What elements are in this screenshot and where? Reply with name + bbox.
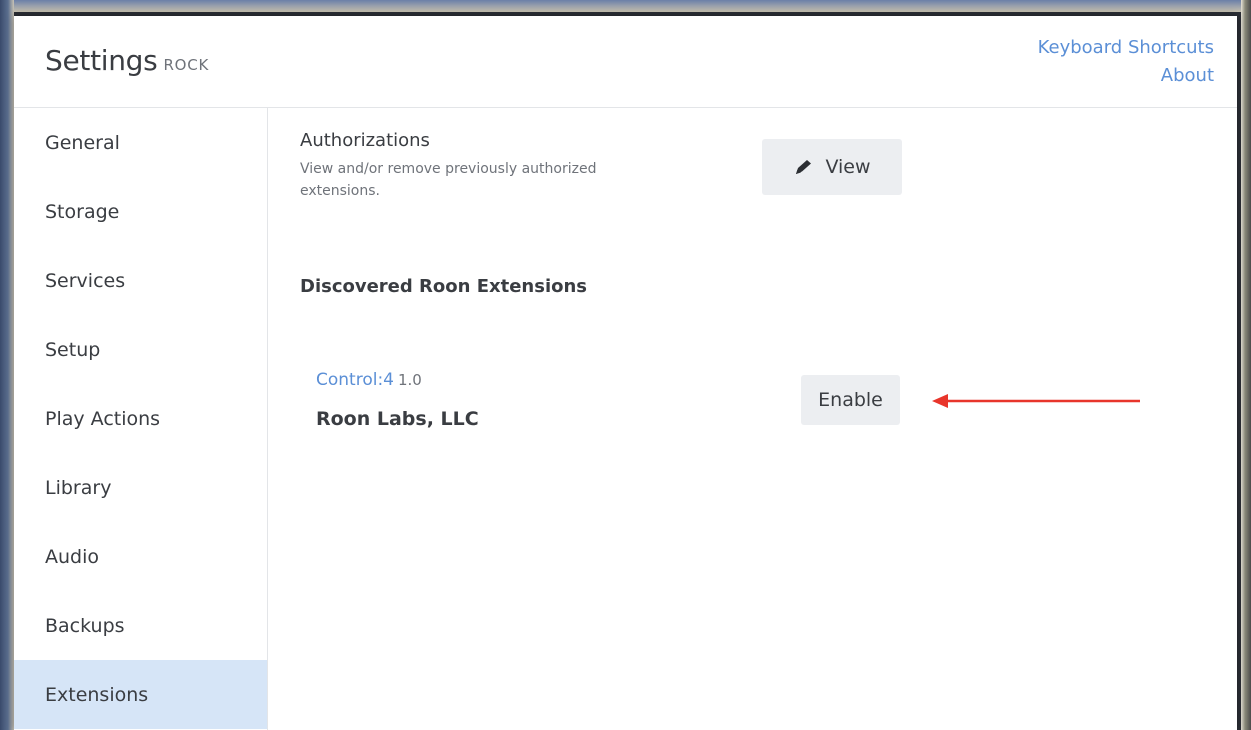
keyboard-shortcuts-link[interactable]: Keyboard Shortcuts [1038, 34, 1214, 62]
authorizations-description: View and/or remove previously authorized… [300, 161, 597, 199]
view-button-label: View [825, 156, 871, 178]
page-subtitle: ROCK [163, 56, 210, 74]
pencil-icon [796, 160, 812, 174]
about-link[interactable]: About [1038, 62, 1214, 90]
extension-version: 1.0 [398, 371, 422, 389]
sidebar-item-play-actions[interactable]: Play Actions [14, 384, 267, 453]
authorizations-title: Authorizations [300, 130, 430, 151]
header-links: Keyboard Shortcuts About [1038, 34, 1214, 90]
sidebar-item-backups[interactable]: Backups [14, 591, 267, 660]
sidebar-item-setup[interactable]: Setup [14, 315, 267, 384]
sidebar-item-library[interactable]: Library [14, 453, 267, 522]
extension-name-link[interactable]: Control:4 [316, 370, 394, 390]
extension-vendor: Roon Labs, LLC [316, 408, 479, 430]
sidebar-item-audio[interactable]: Audio [14, 522, 267, 591]
extension-name-row: Control:4 1.0 [316, 370, 422, 390]
enable-extension-button[interactable]: Enable [801, 375, 900, 425]
annotation-arrow-icon [932, 394, 1140, 408]
page-title-text: Settings [45, 44, 158, 77]
sidebar-item-extensions[interactable]: Extensions [14, 660, 267, 729]
sidebar-item-general[interactable]: General [14, 108, 267, 177]
dialog-header: Settings ROCK Keyboard Shortcuts About [14, 16, 1237, 108]
settings-dialog: Settings ROCK Keyboard Shortcuts About Ge… [14, 16, 1237, 730]
extensions-content: Authorizations View and/or remove previo… [268, 108, 1237, 730]
view-authorizations-button[interactable]: View [762, 139, 902, 195]
discovered-extensions-title: Discovered Roon Extensions [300, 276, 588, 297]
settings-sidebar: General Storage Services Setup Play Acti… [14, 108, 268, 730]
page-title: Settings ROCK [45, 44, 209, 77]
sidebar-item-services[interactable]: Services [14, 246, 267, 315]
sidebar-item-storage[interactable]: Storage [14, 177, 267, 246]
